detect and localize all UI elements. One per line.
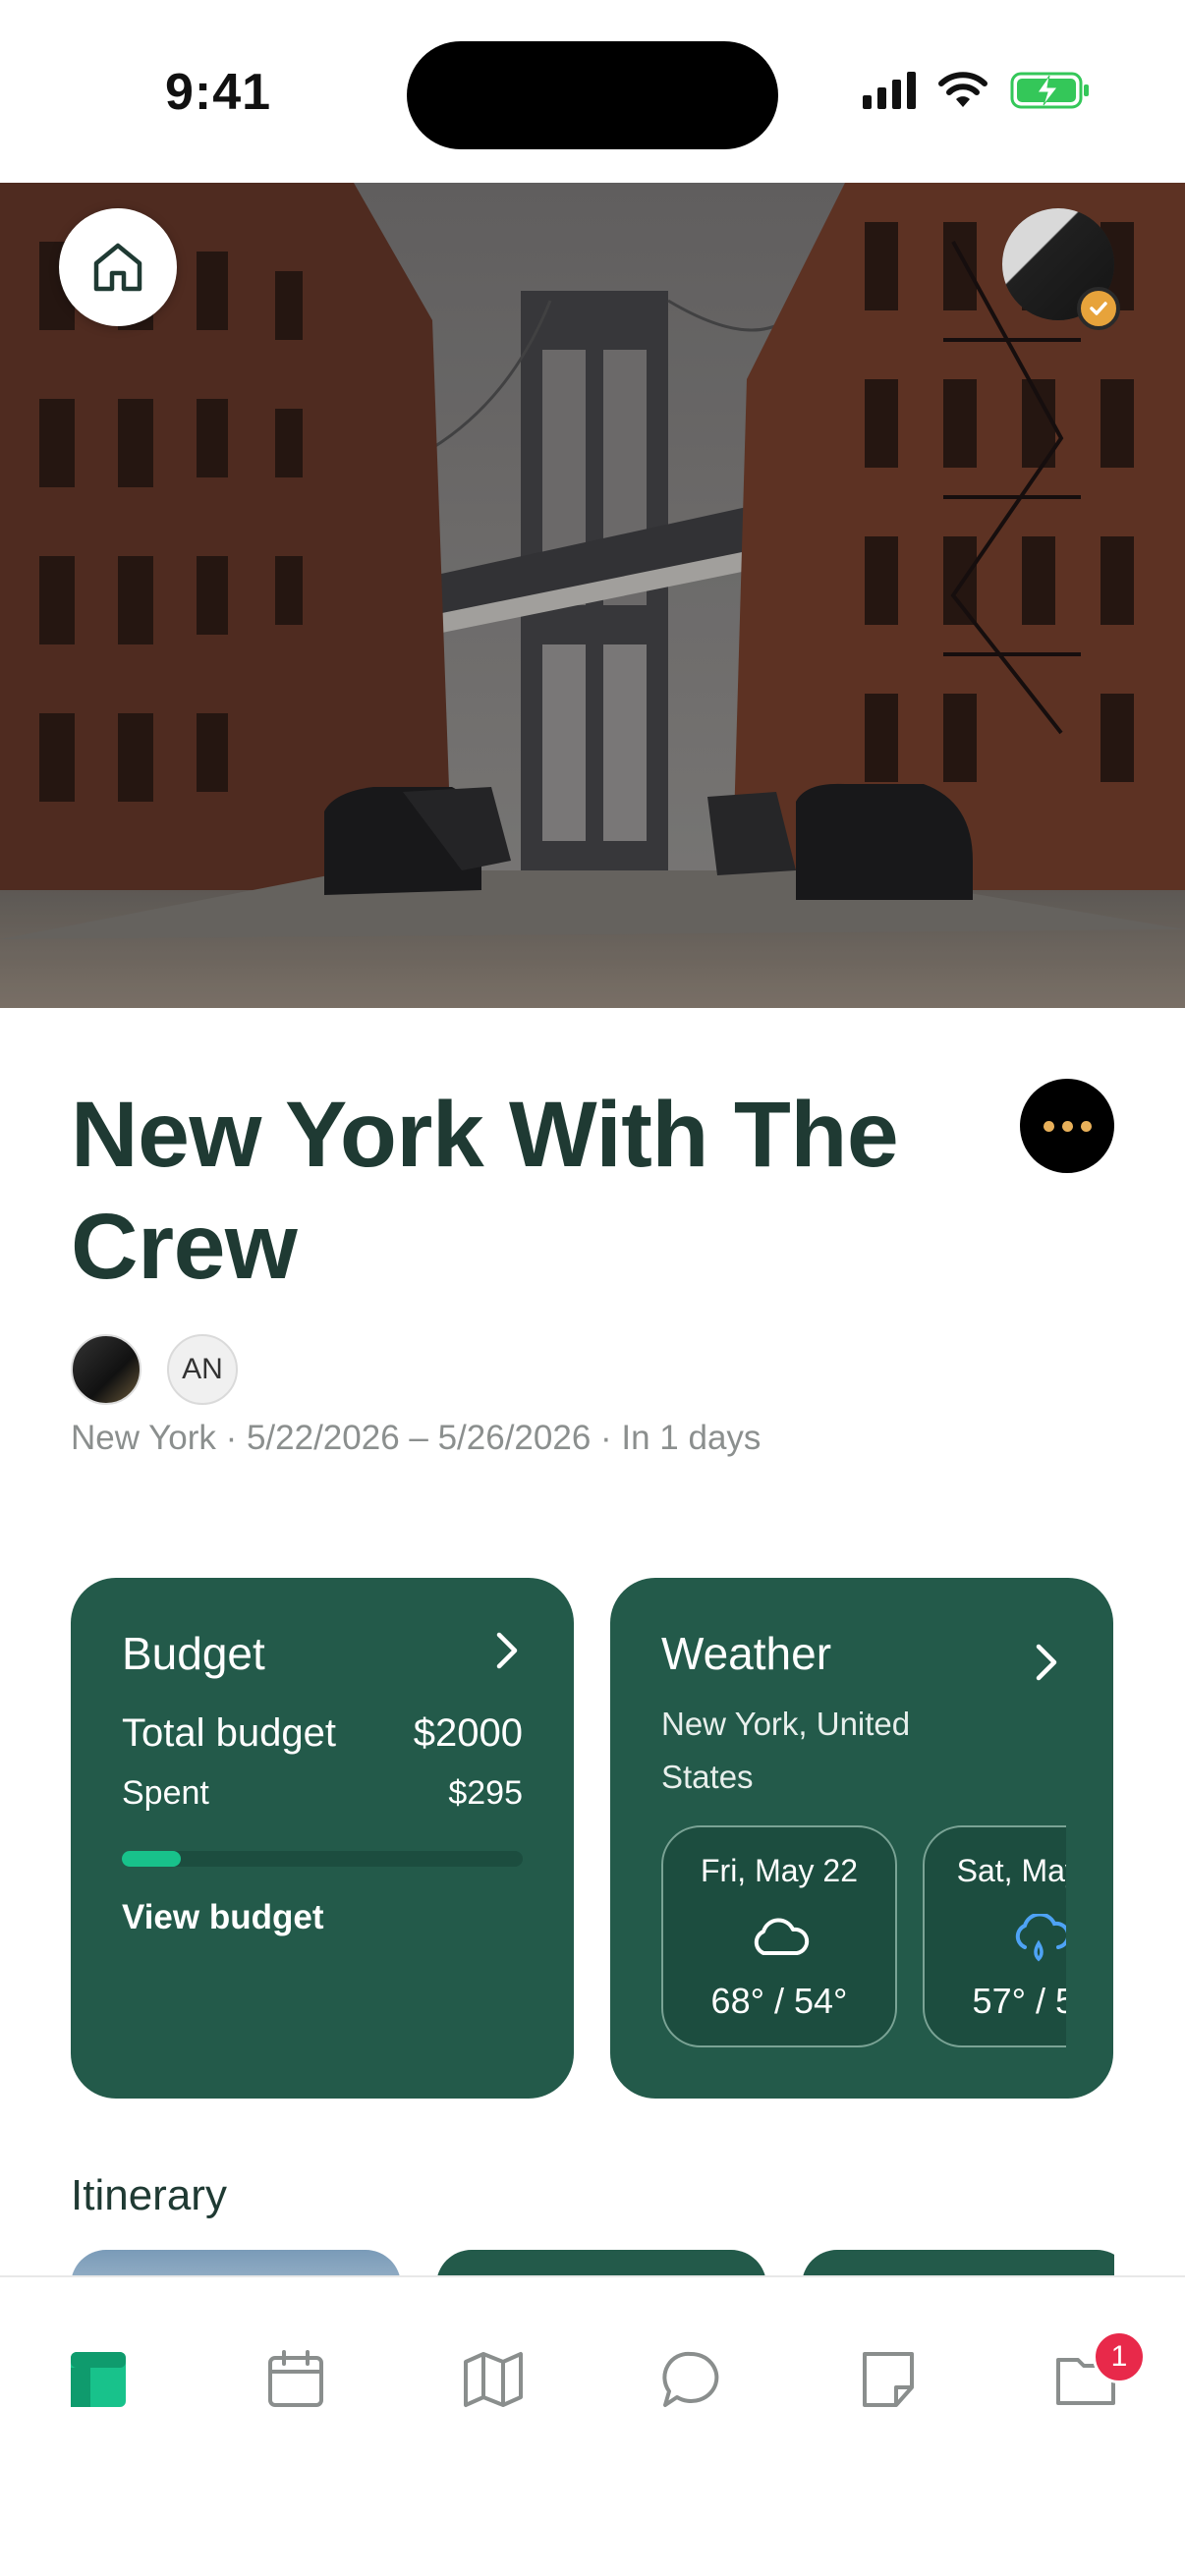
total-budget-value: $2000 [413,1711,523,1755]
tab-map[interactable] [454,2340,533,2419]
budget-card[interactable]: Budget Total budget $2000 Spent $295 Vie… [71,1578,574,2099]
layout-icon [71,2352,126,2407]
total-budget-row: Total budget $2000 [122,1711,523,1756]
calendar-icon [268,2350,323,2407]
itinerary-heading: Itinerary [71,2171,227,2219]
battery-charging-icon [1010,72,1089,109]
note-icon [863,2352,914,2407]
trip-title: New York With The Crew [71,1083,899,1299]
home-icon [93,243,142,292]
chevron-right-icon [1036,1644,1057,1681]
total-budget-label: Total budget [122,1711,336,1755]
status-time: 9:41 [165,64,272,121]
forecast-strip[interactable]: Fri, May 22 68° / 54° Sat, May 23 57° / … [661,1825,1066,2047]
rain-icon [1015,1914,1066,1962]
chevron-right-icon [496,1632,518,1669]
host-avatar[interactable] [1002,208,1120,330]
member-avatar-photo[interactable] [71,1334,141,1405]
budget-progress-fill [122,1851,182,1867]
forecast-temps: 57° / 52° [972,1981,1066,2021]
dot [1061,1120,1073,1132]
tab-calendar[interactable] [256,2340,335,2419]
weather-card[interactable]: Weather New York, United States Fri, May… [610,1578,1113,2099]
member-avatar-initials[interactable]: AN [167,1334,238,1405]
tab-overview[interactable] [59,2340,138,2419]
forecast-temps: 68° / 54° [710,1981,848,2021]
home-button[interactable] [59,208,177,326]
dot [1080,1120,1092,1132]
weather-title: Weather [661,1628,832,1679]
forecast-day: Sat, May 23 57° / 52° [923,1825,1066,2047]
itinerary-card[interactable] [436,2250,766,2275]
itinerary-card[interactable] [802,2250,1114,2275]
budget-title: Budget [122,1628,265,1679]
trip-meta: New York · 5/22/2026 – 5/26/2026 · In 1 … [71,1419,762,1457]
trip-cover-image [0,183,1185,1008]
budget-progress-bar [122,1851,523,1867]
dynamic-island [407,41,778,149]
status-icons [863,71,1091,110]
itinerary-cards [71,2250,1114,2275]
tab-bar [0,2275,1185,2576]
view-budget-link[interactable]: View budget [122,1898,324,1937]
notification-badge: 1 [1093,2330,1146,2383]
forecast-date: Fri, May 22 [700,1853,859,1888]
more-options-button[interactable] [1020,1079,1114,1173]
spent-label: Spent [122,1774,209,1812]
cellular-signal-icon [863,72,916,109]
trip-members: AN [71,1334,238,1405]
itinerary-card[interactable] [71,2250,401,2275]
status-bar: 9:41 [0,0,1185,183]
forecast-day: Fri, May 22 68° / 54° [661,1825,897,2047]
tab-chat[interactable] [651,2340,730,2419]
weather-location: New York, United States [661,1706,911,1795]
chat-bubble-icon [662,2351,719,2407]
tab-notes[interactable] [849,2340,928,2419]
cloud-icon [754,1918,810,1955]
forecast-date: Sat, May 23 [956,1853,1066,1888]
spent-value: $295 [448,1774,523,1812]
dot [1043,1120,1054,1132]
verified-check-icon [1077,287,1120,330]
brooklyn-bridge-photo [0,183,1185,1008]
spent-row: Spent $295 [122,1774,523,1813]
wifi-icon [938,72,988,107]
map-icon [464,2352,523,2407]
